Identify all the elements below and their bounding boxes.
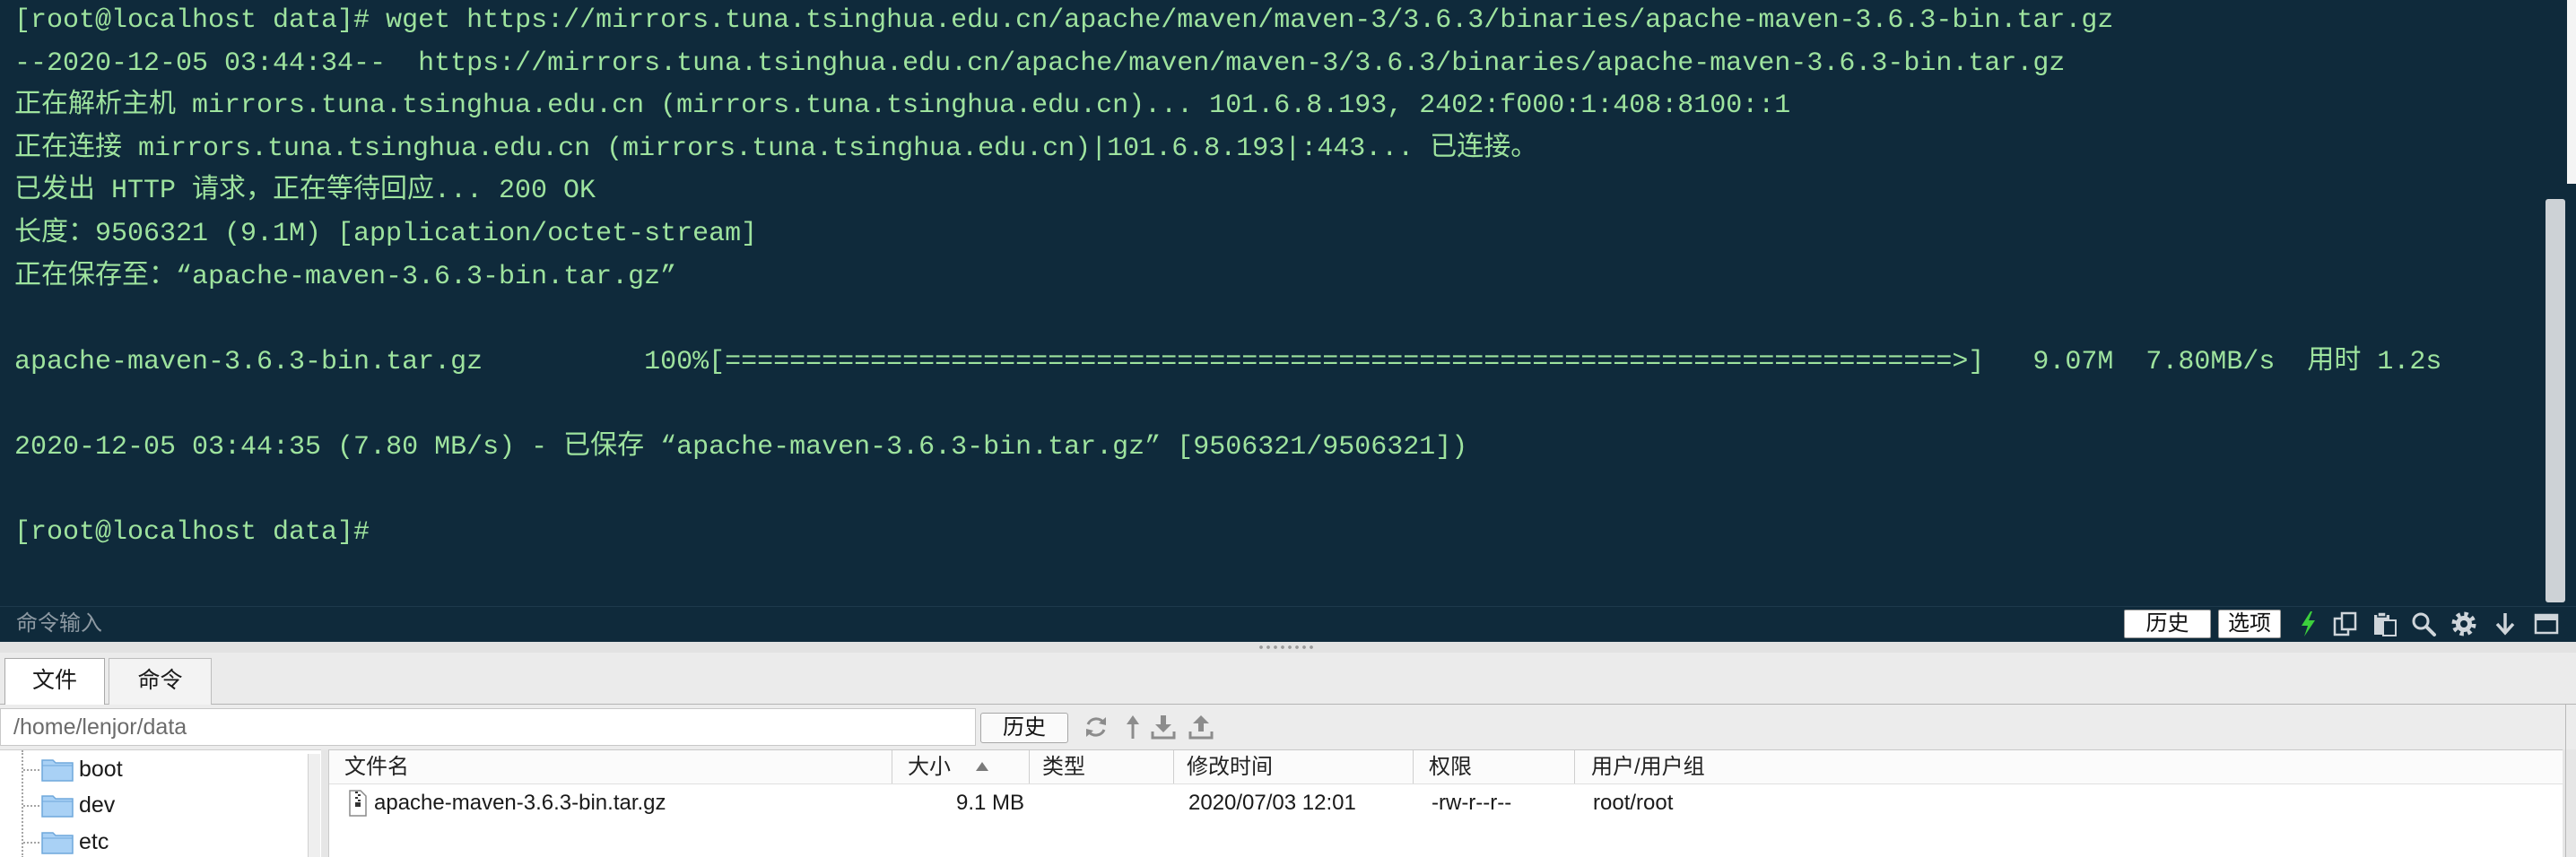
tree-item[interactable]: dev bbox=[0, 787, 305, 823]
terminal-line: 正在解析主机 mirrors.tuna.tsinghua.edu.cn (mir… bbox=[14, 91, 1791, 122]
copy-icon[interactable] bbox=[2332, 610, 2359, 637]
column-header-label: 文件名 bbox=[344, 755, 409, 779]
column-header-owner[interactable]: 用户/用户组 bbox=[1575, 750, 2563, 783]
terminal-line: 正在保存至：“apache-maven-3.6.3-bin.tar.gz” bbox=[14, 261, 677, 292]
tab-files[interactable]: 文件 bbox=[4, 658, 105, 705]
archive-file-icon bbox=[349, 790, 367, 817]
column-header-permissions[interactable]: 权限 bbox=[1414, 750, 1575, 783]
terminal-output[interactable]: [root@localhost data]# wget https://mirr… bbox=[14, 0, 2535, 555]
path-bar: 历史 bbox=[0, 705, 2576, 749]
folder-icon bbox=[41, 829, 74, 854]
tab-bar: 文件 命令 bbox=[0, 653, 2576, 705]
terminal-line: apache-maven-3.6.3-bin.tar.gz 100%[=====… bbox=[14, 346, 2442, 377]
file-permissions: -rw-r--r-- bbox=[1432, 791, 1512, 815]
column-header-size[interactable]: 大小 bbox=[892, 750, 1030, 783]
maximize-icon[interactable] bbox=[2533, 610, 2560, 637]
options-button[interactable]: 选项 bbox=[2218, 610, 2281, 638]
terminal-line: --2020-12-05 03:44:34-- https://mirrors.… bbox=[14, 48, 2066, 79]
terminal-scrollbar-thumb[interactable] bbox=[2546, 199, 2565, 602]
column-header-label: 用户/用户组 bbox=[1591, 755, 1705, 779]
column-header-label: 类型 bbox=[1042, 755, 1085, 779]
tree-item-label: boot bbox=[79, 757, 123, 782]
up-arrow-icon[interactable] bbox=[1119, 714, 1146, 740]
terminal-prompt-line: [root@localhost data]# bbox=[14, 517, 370, 549]
tree-item[interactable]: boot bbox=[0, 751, 305, 787]
tree-item-label: dev bbox=[79, 792, 116, 818]
lightning-icon[interactable] bbox=[2294, 610, 2321, 637]
terminal-line: 已发出 HTTP 请求，正在等待回应... 200 OK bbox=[14, 176, 596, 207]
history-button[interactable]: 历史 bbox=[2124, 610, 2211, 638]
terminal-panel[interactable]: [root@localhost data]# wget https://mirr… bbox=[0, 0, 2576, 606]
command-input-bar: 历史 选项 bbox=[0, 606, 2576, 642]
drag-handle-icon[interactable] bbox=[1258, 644, 1315, 651]
refresh-icon[interactable] bbox=[1083, 714, 1110, 740]
panel-border bbox=[2565, 705, 2566, 857]
column-header-type[interactable]: 类型 bbox=[1030, 750, 1174, 783]
folder-icon bbox=[41, 792, 74, 818]
window-edge bbox=[2567, 0, 2576, 184]
download-icon[interactable] bbox=[1150, 714, 1177, 740]
tree-scrollbar[interactable] bbox=[308, 754, 320, 857]
file-name: apache-maven-3.6.3-bin.tar.gz bbox=[374, 791, 666, 815]
column-header-label: 权限 bbox=[1429, 755, 1472, 779]
folder-icon bbox=[41, 757, 74, 782]
terminal-line: 正在连接 mirrors.tuna.tsinghua.edu.cn (mirro… bbox=[14, 133, 1538, 164]
column-header-name[interactable]: 文件名 bbox=[329, 750, 892, 783]
paste-icon[interactable] bbox=[2371, 610, 2398, 637]
tree-guide-line bbox=[23, 769, 39, 771]
tree-item-label: etc bbox=[79, 829, 109, 854]
tree-guide-line bbox=[23, 805, 39, 807]
file-size: 9.1 MB bbox=[955, 791, 1024, 815]
search-icon[interactable] bbox=[2410, 610, 2437, 637]
file-type bbox=[1042, 786, 1168, 820]
upload-icon[interactable] bbox=[1188, 714, 1214, 740]
terminal-line: 2020-12-05 03:44:35 (7.80 MB/s) - 已保存 “a… bbox=[14, 431, 1468, 463]
directory-tree[interactable]: boot dev etc bbox=[0, 749, 321, 857]
tree-item[interactable]: etc bbox=[0, 824, 305, 857]
command-input[interactable] bbox=[0, 607, 2117, 641]
panel-splitter[interactable] bbox=[0, 642, 2576, 653]
column-header-modified[interactable]: 修改时间 bbox=[1174, 750, 1414, 783]
file-modified: 2020/07/03 12:01 bbox=[1188, 791, 1356, 815]
sort-ascending-icon bbox=[975, 761, 989, 772]
terminal-line: [root@localhost data]# wget https://mirr… bbox=[14, 5, 2114, 36]
tab-commands[interactable]: 命令 bbox=[109, 658, 212, 705]
file-list-header: 文件名 大小 类型 修改时间 权限 用户/用户组 bbox=[329, 750, 2563, 784]
table-row[interactable]: apache-maven-3.6.3-bin.tar.gz 9.1 MB 202… bbox=[329, 786, 2563, 820]
column-header-label: 修改时间 bbox=[1187, 755, 1273, 779]
terminal-line: 长度：9506321 (9.1M) [application/octet-str… bbox=[14, 218, 758, 249]
path-input[interactable] bbox=[0, 708, 976, 746]
column-header-label: 大小 bbox=[908, 755, 951, 779]
file-owner: root/root bbox=[1593, 791, 1674, 815]
path-history-button[interactable]: 历史 bbox=[980, 713, 1068, 743]
tree-guide-line bbox=[23, 842, 39, 844]
gear-icon[interactable] bbox=[2450, 610, 2477, 637]
arrow-down-icon[interactable] bbox=[2492, 610, 2519, 637]
file-list[interactable]: 文件名 大小 类型 修改时间 权限 用户/用户组 apache-maven-3.… bbox=[328, 749, 2563, 857]
